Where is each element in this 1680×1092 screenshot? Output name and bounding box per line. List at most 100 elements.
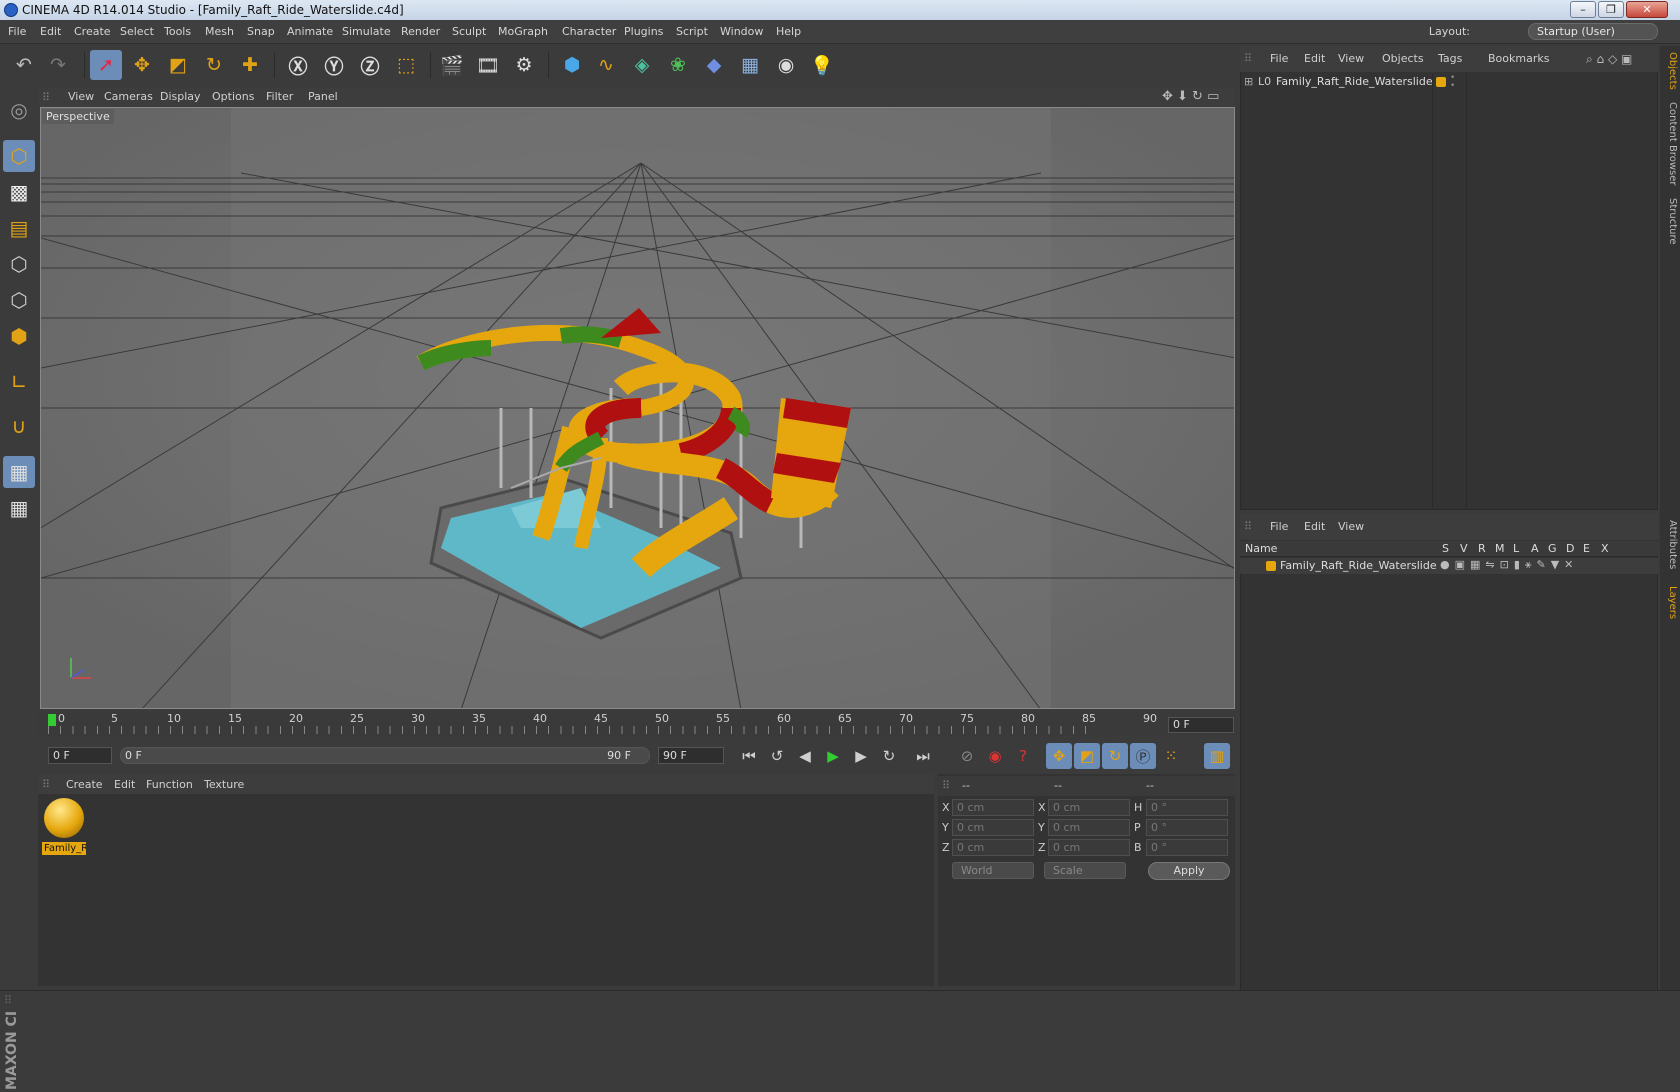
viewport-menu-view[interactable]: View [68, 90, 94, 103]
start-frame-field[interactable]: 0 F [48, 747, 112, 764]
render-settings-icon[interactable]: ⚙ [508, 50, 540, 80]
nurbs-icon[interactable]: ◈ [626, 50, 658, 80]
visibility-dots-icon[interactable]: • • [1450, 74, 1455, 91]
autokey-icon[interactable]: ◉ [982, 743, 1008, 769]
coordinate-system-icon[interactable]: ⬚ [390, 50, 422, 80]
axis-mode-icon[interactable]: ∟ [3, 366, 35, 398]
snap-icon[interactable]: ∪ [3, 410, 35, 442]
layer-row[interactable]: Family_Raft_Ride_Waterslide ●▣▦⇋⊡▮⚹✎▼✕ [1240, 558, 1658, 574]
workplane-icon[interactable]: ▤ [3, 212, 35, 244]
keyframe-selection-icon[interactable]: ? [1010, 743, 1036, 769]
menu-animate[interactable]: Animate [287, 25, 333, 38]
viewport-menu-filter[interactable]: Filter [266, 90, 293, 103]
position-z-field[interactable]: 0 cm [952, 839, 1034, 856]
menu-mograph[interactable]: MoGraph [498, 25, 548, 38]
column-manager[interactable]: M [1495, 542, 1505, 555]
objects-menu-edit[interactable]: Edit [1304, 52, 1325, 65]
position-y-field[interactable]: 0 cm [952, 819, 1034, 836]
minimize-button[interactable]: – [1570, 1, 1596, 18]
tab-content-browser[interactable]: Content Browser [1662, 102, 1678, 185]
material-swatch[interactable]: Family_R [42, 798, 86, 856]
record-rotation-icon[interactable]: ↻ [1102, 743, 1128, 769]
layers-menu-view[interactable]: View [1338, 520, 1364, 533]
camera-icon[interactable]: ◉ [770, 50, 802, 80]
workplane-lock-icon[interactable]: ▦ [3, 456, 35, 488]
position-x-field[interactable]: 0 cm [952, 799, 1034, 816]
column-deformers[interactable]: D [1566, 542, 1574, 555]
move-tool-icon[interactable]: ✥ [126, 50, 158, 80]
rotation-p-field[interactable]: 0 ° [1146, 819, 1228, 836]
tab-attributes[interactable]: Attributes [1662, 520, 1678, 569]
end-frame-field[interactable]: 90 F [658, 747, 724, 764]
play-icon[interactable]: ▶ [820, 743, 846, 769]
objects-menu-tags[interactable]: Tags [1438, 52, 1462, 65]
menu-select[interactable]: Select [120, 25, 154, 38]
viewport-menu-options[interactable]: Options [212, 90, 254, 103]
menu-file[interactable]: File [8, 25, 26, 38]
go-to-start-icon[interactable]: ⏮ [736, 743, 762, 769]
model-mode-icon[interactable]: ⬡ [3, 140, 35, 172]
material-menu-texture[interactable]: Texture [204, 778, 244, 791]
layers-menu-edit[interactable]: Edit [1304, 520, 1325, 533]
perspective-viewport[interactable] [40, 107, 1235, 709]
menu-simulate[interactable]: Simulate [342, 25, 391, 38]
viewport-menu-panel[interactable]: Panel [308, 90, 338, 103]
record-position-icon[interactable]: ✥ [1046, 743, 1072, 769]
objects-menu-bookmarks[interactable]: Bookmarks [1488, 52, 1549, 65]
make-editable-icon[interactable]: ◎ [3, 94, 35, 126]
render-view-icon[interactable]: 🎬 [436, 50, 468, 80]
layer-color-swatch[interactable] [1266, 561, 1276, 571]
menu-create[interactable]: Create [74, 25, 111, 38]
material-menu-edit[interactable]: Edit [114, 778, 135, 791]
next-key-icon[interactable]: ↻ [876, 743, 902, 769]
menu-plugins[interactable]: Plugins [624, 25, 663, 38]
menu-sculpt[interactable]: Sculpt [452, 25, 486, 38]
viewport-menu-cameras[interactable]: Cameras [104, 90, 153, 103]
object-layer-tag-icon[interactable] [1436, 77, 1446, 87]
light-icon[interactable]: 💡 [806, 50, 838, 80]
menu-mesh[interactable]: Mesh [205, 25, 234, 38]
viewport-menu-display[interactable]: Display [160, 90, 201, 103]
object-row[interactable]: ⊞ L0 Family_Raft_Ride_Waterslide [1242, 74, 1433, 90]
undo-icon[interactable]: ↶ [8, 50, 40, 80]
size-x-field[interactable]: 0 cm [1048, 799, 1130, 816]
select-tool-icon[interactable]: ➚ [90, 50, 122, 80]
transform-mode-dropdown[interactable]: Scale [1044, 862, 1126, 879]
layers-menu-file[interactable]: File [1270, 520, 1288, 533]
menu-snap[interactable]: Snap [247, 25, 275, 38]
deformer-icon[interactable]: ◆ [698, 50, 730, 80]
objects-menu-file[interactable]: File [1270, 52, 1288, 65]
edges-mode-icon[interactable]: ⬡ [3, 284, 35, 316]
current-frame-field[interactable]: 0 F [1168, 717, 1234, 733]
timeline-window-icon[interactable]: ▥ [1204, 743, 1230, 769]
objects-menu-objects[interactable]: Objects [1382, 52, 1424, 65]
tab-layers[interactable]: Layers [1662, 586, 1678, 619]
column-expressions[interactable]: E [1583, 542, 1590, 555]
expand-icon[interactable]: ⊞ [1244, 75, 1253, 88]
maximize-button[interactable]: ❐ [1598, 1, 1624, 18]
playhead[interactable] [48, 714, 56, 726]
size-y-field[interactable]: 0 cm [1048, 819, 1130, 836]
live-selection-icon[interactable]: ✚ [234, 50, 266, 80]
menu-window[interactable]: Window [720, 25, 763, 38]
rotation-h-field[interactable]: 0 ° [1146, 799, 1228, 816]
tab-structure[interactable]: Structure [1662, 198, 1678, 245]
menu-tools[interactable]: Tools [164, 25, 191, 38]
rotation-b-field[interactable]: 0 ° [1146, 839, 1228, 856]
viewport-navigation-icons[interactable]: ✥ ⬇ ↻ ▭ [1162, 89, 1219, 104]
texture-mode-icon[interactable]: ▩ [3, 176, 35, 208]
timeline-ruler[interactable]: 0 5 10 15 20 25 30 35 40 45 50 55 60 65 … [38, 712, 1235, 736]
column-render[interactable]: R [1478, 542, 1486, 555]
apply-button[interactable]: Apply [1148, 862, 1230, 880]
menu-help[interactable]: Help [776, 25, 801, 38]
column-name[interactable]: Name [1245, 542, 1277, 555]
previous-frame-icon[interactable]: ◀ [792, 743, 818, 769]
layer-toggle-icons[interactable]: ●▣▦⇋⊡▮⚹✎▼✕ [1440, 558, 1578, 572]
scale-tool-icon[interactable]: ◩ [162, 50, 194, 80]
x-axis-lock-icon[interactable]: Ⓧ [282, 50, 314, 80]
cube-primitive-icon[interactable]: ⬢ [556, 50, 588, 80]
close-button[interactable]: ✕ [1626, 1, 1668, 18]
polygons-mode-icon[interactable]: ⬢ [3, 320, 35, 352]
column-animation[interactable]: A [1531, 542, 1539, 555]
y-axis-lock-icon[interactable]: Ⓨ [318, 50, 350, 80]
